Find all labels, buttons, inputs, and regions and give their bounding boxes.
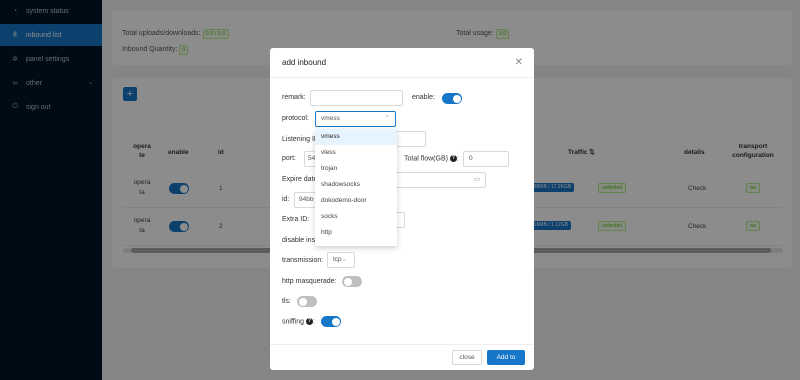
dropdown-option-trojan[interactable]: trojan [315,161,397,177]
sniffing-switch[interactable] [321,316,341,327]
id-label: id: [282,196,290,203]
port-label: port: [282,155,297,162]
dropdown-option-dokodemo-door[interactable]: dokodemo-door [315,193,397,209]
remark-input[interactable] [310,90,403,106]
tls-label: tls: [282,298,291,305]
total-flow-text: Total flow(GB) [404,155,448,163]
modal-header: add inbound ✕ [270,48,534,78]
transmission-select[interactable]: tcp⌄ [327,252,355,268]
extra-id-label: Extra ID: [282,216,310,223]
total-flow-label: Total flow(GB) ?: [404,155,459,163]
enable-switch[interactable] [442,93,462,104]
help-icon[interactable]: ? [306,318,314,325]
tls-switch[interactable] [297,296,317,307]
transmission-label: transmission: [282,257,324,264]
expire-date-picker[interactable]: ▭ [396,172,486,188]
protocol-dropdown: vmess vless trojan shadowsocks dokodemo-… [315,129,397,246]
extra-id-input[interactable] [396,212,405,228]
listening-ip-label: Listening IP [282,136,319,143]
protocol-label: protocol: [282,115,309,122]
calendar-icon: ▭ [473,176,480,183]
chevron-up-icon: ⌃ [384,115,390,122]
dropdown-option-shadowsocks[interactable]: shadowsocks [315,177,397,193]
expire-date-label: Expire date [282,176,318,183]
protocol-select[interactable]: vmess ⌃ [315,111,396,127]
chevron-down-icon: ⌄ [341,256,348,263]
http-masquerade-label: http masquerade: [282,278,337,285]
add-inbound-modal: add inbound ✕ remark: enable: protocol: … [270,48,534,370]
transmission-value: tcp [333,256,342,263]
listening-ip-input[interactable] [396,131,426,147]
enable-label: enable: [412,94,435,101]
sniffing-label: sniffing ?: [282,318,315,326]
remark-label: remark: [282,94,306,101]
close-button[interactable]: close [452,350,482,365]
total-flow-input[interactable]: 0 [463,151,509,167]
close-icon[interactable]: ✕ [515,57,523,68]
id-input[interactable]: 94bb [294,192,316,208]
help-icon[interactable]: ? [449,155,457,162]
dropdown-option-http[interactable]: http [315,225,397,241]
modal-title: add inbound [282,58,327,67]
dropdown-option-vless[interactable]: vless [315,145,397,161]
add-button[interactable]: Add to [487,350,525,365]
http-masquerade-switch[interactable] [342,276,362,287]
modal-footer: close Add to [270,344,534,370]
sniffing-text: sniffing [282,318,305,326]
protocol-value: vmess [321,115,340,122]
dropdown-option-vmess[interactable]: vmess [315,129,397,145]
dropdown-option-socks[interactable]: socks [315,209,397,225]
